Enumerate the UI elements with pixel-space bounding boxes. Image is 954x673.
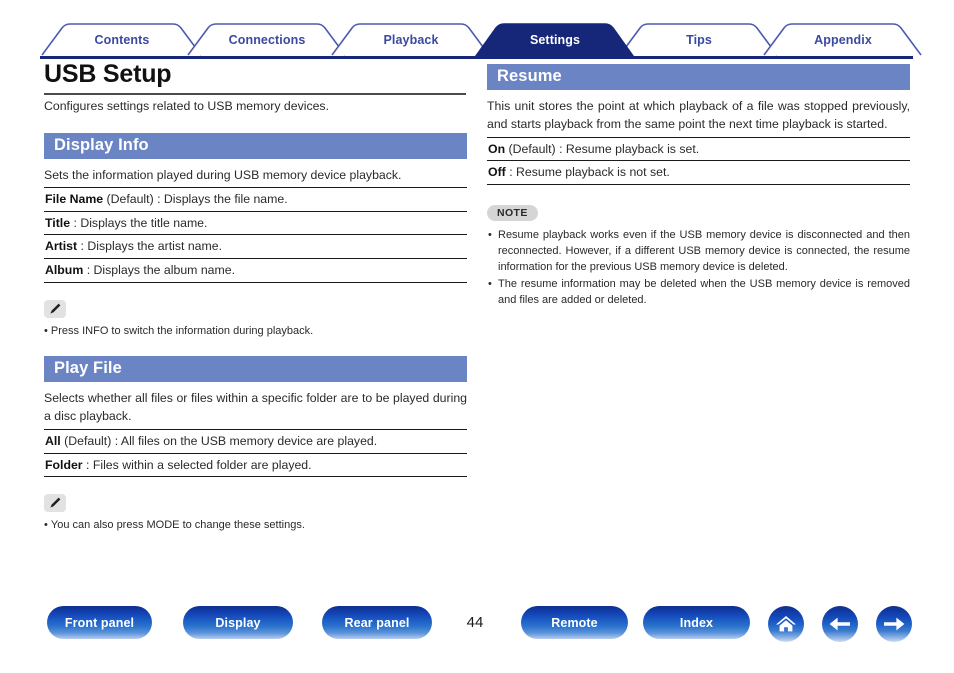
section-play-file: Play File Selects whether all files or f… [44, 356, 467, 533]
option-text: : Displays the title name. [73, 215, 208, 230]
pencil-glyph [50, 497, 61, 508]
tip-block: • You can also press MODE to change thes… [44, 494, 467, 533]
option-default: (Default) [64, 433, 112, 448]
section-heading: Display Info [44, 132, 467, 159]
tip-text: • Press INFO to switch the information d… [44, 324, 314, 337]
option-name: Album [45, 263, 84, 278]
option-text: : Files within a selected folder are pla… [86, 457, 312, 472]
back-icon[interactable] [822, 606, 858, 642]
page-number: 44 [466, 614, 484, 631]
front-panel-button[interactable]: Front panel [47, 606, 152, 639]
title-divider [44, 93, 466, 95]
tip-label: You can also press MODE to change these … [50, 519, 305, 532]
page-intro: Configures settings related to USB memor… [44, 99, 330, 113]
display-button[interactable]: Display [183, 606, 293, 639]
option-row: On (Default) : Resume playback is set. [487, 138, 910, 162]
option-default: (Default) [508, 141, 556, 156]
option-name: Title [45, 215, 71, 230]
tab-appendix[interactable]: Appendix [764, 22, 922, 56]
note-block: NOTE Resume playback works even if the U… [487, 203, 910, 309]
note-item: The resume information may be deleted wh… [487, 277, 910, 309]
option-text: : Resume playback is set. [559, 141, 700, 156]
note-list: Resume playback works even if the USB me… [487, 228, 910, 309]
tab-connections[interactable]: Connections [188, 22, 346, 56]
pencil-glyph [50, 303, 61, 314]
option-name: Folder [45, 457, 83, 472]
option-name: File Name [45, 192, 104, 207]
home-icon[interactable] [768, 606, 804, 642]
option-text: : Resume playback is not set. [509, 165, 670, 180]
section-description: Selects whether all files or files withi… [44, 391, 467, 424]
index-button[interactable]: Index [643, 606, 750, 639]
option-name: All [45, 433, 61, 448]
tip-text: • You can also press MODE to change thes… [44, 519, 305, 532]
home-glyph [776, 616, 796, 632]
option-row: Folder : Files within a selected folder … [44, 454, 467, 478]
tab-bar: Contents Connections Playback Settings T… [0, 22, 954, 56]
option-row: Album : Displays the album name. [44, 259, 467, 283]
option-name: Off [488, 165, 506, 180]
option-list: On (Default) : Resume playback is set. O… [487, 136, 910, 186]
tab-tips[interactable]: Tips [620, 22, 778, 56]
option-text: : Displays the album name. [86, 263, 236, 278]
note-badge: NOTE [487, 205, 538, 222]
tab-playback[interactable]: Playback [332, 22, 490, 56]
right-column: Resume This unit stores the point at whi… [487, 64, 910, 310]
arrow-right-glyph [884, 617, 905, 631]
section-display-info: Display Info Sets the information played… [44, 132, 467, 339]
option-text: : All files on the USB memory device are… [114, 433, 378, 448]
tab-bar-rule [40, 56, 913, 59]
section-resume: Resume This unit stores the point at whi… [487, 64, 910, 186]
remote-button[interactable]: Remote [521, 606, 628, 639]
option-list: File Name (Default) : Displays the file … [44, 187, 467, 283]
left-column: Configures settings related to USB memor… [44, 98, 467, 533]
tab-contents[interactable]: Contents [42, 22, 202, 56]
option-text: : Displays the file name. [157, 192, 288, 207]
option-row: Off : Resume playback is not set. [487, 161, 910, 186]
option-list: All (Default) : All files on the USB mem… [44, 428, 467, 478]
option-default: (Default) [106, 192, 154, 207]
option-row: Artist : Displays the artist name. [44, 235, 467, 260]
pencil-icon [44, 494, 66, 513]
tip-block: • Press INFO to switch the information d… [44, 299, 467, 339]
rear-panel-button[interactable]: Rear panel [322, 606, 432, 639]
note-item: Resume playback works even if the USB me… [487, 228, 910, 276]
tip-label: Press INFO to switch the information dur… [50, 324, 314, 337]
arrow-left-glyph [829, 617, 850, 631]
section-heading: Resume [487, 64, 910, 90]
tab-settings[interactable]: Settings [476, 22, 634, 56]
page-title: USB Setup [44, 60, 172, 88]
option-row: File Name (Default) : Displays the file … [44, 188, 467, 212]
option-name: On [488, 141, 506, 156]
option-text: : Displays the artist name. [80, 239, 223, 254]
section-description: Sets the information played during USB m… [44, 167, 402, 182]
option-row: All (Default) : All files on the USB mem… [44, 430, 467, 454]
forward-icon[interactable] [876, 606, 912, 642]
pencil-icon [44, 299, 66, 318]
option-row: Title : Displays the title name. [44, 212, 467, 236]
option-name: Artist [45, 239, 78, 254]
section-heading: Play File [44, 356, 467, 383]
section-description: This unit stores the point at which play… [487, 99, 910, 132]
